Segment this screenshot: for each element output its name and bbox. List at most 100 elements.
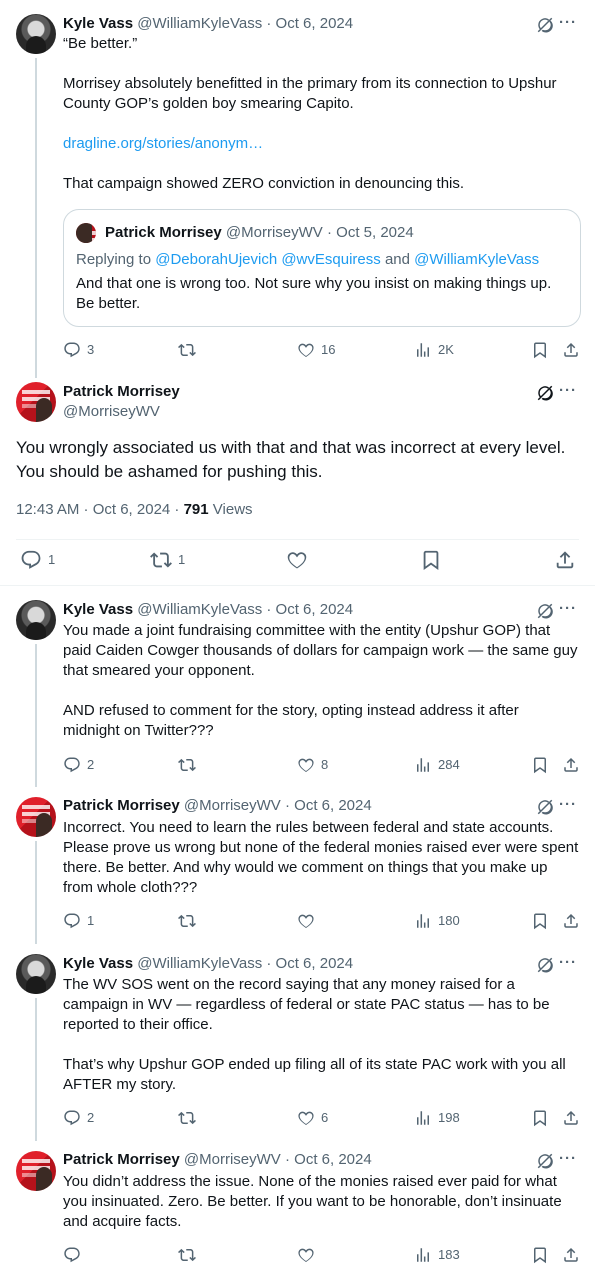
- share-icon: [554, 549, 576, 571]
- replying-to-last-handle[interactable]: @WilliamKyleVass: [414, 251, 539, 268]
- timestamp[interactable]: Oct 6, 2024: [276, 955, 354, 972]
- more-icon[interactable]: ···: [557, 1151, 579, 1170]
- share-button[interactable]: [562, 755, 580, 775]
- separator: ·: [326, 224, 332, 241]
- repost-button[interactable]: 1: [150, 550, 185, 570]
- author-name[interactable]: Kyle Vass: [63, 601, 133, 618]
- tweet-paragraph: Incorrect. You need to learn the rules b…: [63, 819, 579, 896]
- more-icon[interactable]: ···: [557, 797, 579, 816]
- tweet-paragraph: The WV SOS went on the record saying tha…: [63, 976, 550, 1033]
- bookmark-button[interactable]: [531, 911, 549, 931]
- views-count: 2K: [438, 342, 454, 357]
- more-icon[interactable]: ···: [557, 15, 579, 34]
- timestamp[interactable]: Oct 6, 2024: [276, 601, 354, 618]
- timestamp[interactable]: Oct 6, 2024: [276, 15, 354, 32]
- avatar[interactable]: [16, 382, 56, 422]
- reply-button[interactable]: [63, 1245, 87, 1265]
- more-icon[interactable]: ···: [557, 955, 579, 974]
- article-link[interactable]: dragline.org/stories/anonym…: [63, 134, 579, 154]
- bookmark-button[interactable]: [420, 550, 442, 570]
- reply-tweet[interactable]: Patrick Morrisey @MorriseyWV · Oct 6, 20…: [0, 1137, 595, 1279]
- views-button[interactable]: 284: [414, 755, 460, 775]
- quoted-avatar: [76, 223, 96, 243]
- avatar[interactable]: [16, 954, 56, 994]
- timestamp[interactable]: Oct 6, 2024: [294, 1151, 372, 1168]
- grok-icon[interactable]: [536, 16, 554, 34]
- avatar[interactable]: [16, 1151, 56, 1191]
- like-button[interactable]: 6: [297, 1108, 328, 1128]
- avatar[interactable]: [16, 797, 56, 837]
- author-name[interactable]: Patrick Morrisey: [63, 797, 180, 814]
- tweet-paragraph: That’s why Upshur GOP ended up filing al…: [63, 1056, 566, 1093]
- tweet-1[interactable]: Kyle Vass @WilliamKyleVass · Oct 6, 2024…: [0, 0, 595, 378]
- share-button[interactable]: [562, 911, 580, 931]
- reply-button[interactable]: 1: [20, 550, 55, 570]
- reply-tweet[interactable]: Kyle Vass @WilliamKyleVass · Oct 6, 2024…: [0, 940, 595, 1141]
- repost-icon: [178, 341, 196, 359]
- views-count: 183: [438, 1247, 460, 1262]
- like-button[interactable]: [286, 550, 308, 570]
- replying-to-handles[interactable]: @DeborahUjevich @wvEsquiress: [155, 251, 381, 268]
- grok-icon[interactable]: [536, 602, 554, 620]
- like-button[interactable]: [297, 1245, 321, 1265]
- reply-tweet[interactable]: Kyle Vass @WilliamKyleVass · Oct 6, 2024…: [0, 586, 595, 787]
- timestamp[interactable]: Oct 6, 2024: [294, 797, 372, 814]
- author-name[interactable]: Kyle Vass: [63, 15, 133, 32]
- replying-to: Replying to @DeborahUjevich @wvEsquiress…: [76, 250, 539, 270]
- author-name[interactable]: Kyle Vass: [63, 955, 133, 972]
- share-button[interactable]: [562, 340, 580, 360]
- like-button[interactable]: 8: [297, 755, 328, 775]
- views-button[interactable]: 180: [414, 911, 460, 931]
- grok-icon[interactable]: [536, 384, 554, 402]
- repost-button[interactable]: [178, 755, 202, 775]
- focal-time[interactable]: 12:43 AM · Oct 6, 2024 ·: [16, 501, 179, 518]
- bookmark-button[interactable]: [531, 1108, 549, 1128]
- repost-button[interactable]: [178, 911, 202, 931]
- share-button[interactable]: [562, 1108, 580, 1128]
- reply-button[interactable]: 2: [63, 755, 94, 775]
- author-handle[interactable]: @WilliamKyleVass: [137, 601, 262, 618]
- share-button[interactable]: [562, 1245, 580, 1265]
- reply-button[interactable]: 2: [63, 1108, 94, 1128]
- grok-icon[interactable]: [536, 1152, 554, 1170]
- views-button[interactable]: 2K: [414, 340, 454, 360]
- repost-icon: [178, 912, 196, 930]
- author-handle[interactable]: @WilliamKyleVass: [137, 955, 262, 972]
- author-handle[interactable]: @WilliamKyleVass: [137, 15, 262, 32]
- reply-button[interactable]: 1: [63, 911, 94, 931]
- views-button[interactable]: 198: [414, 1108, 460, 1128]
- repost-button[interactable]: [178, 340, 202, 360]
- bookmark-button[interactable]: [531, 1245, 549, 1265]
- quoted-tweet[interactable]: Patrick Morrisey @MorriseyWV · Oct 5, 20…: [63, 209, 581, 327]
- reply-button[interactable]: 3: [63, 340, 94, 360]
- reply-tweet[interactable]: Patrick Morrisey @MorriseyWV · Oct 6, 20…: [0, 783, 595, 944]
- like-button[interactable]: 16: [297, 340, 335, 360]
- grok-icon[interactable]: [536, 798, 554, 816]
- avatar[interactable]: [16, 14, 56, 54]
- views-count: 180: [438, 913, 460, 928]
- share-button[interactable]: [554, 550, 576, 570]
- like-button[interactable]: [297, 911, 321, 931]
- views-icon: [414, 756, 432, 774]
- author-name[interactable]: Patrick Morrisey: [63, 382, 180, 402]
- bookmark-button[interactable]: [531, 340, 549, 360]
- views-button[interactable]: 183: [414, 1245, 460, 1265]
- author-handle[interactable]: @MorriseyWV: [63, 402, 160, 422]
- quoted-text: And that one is wrong too. Not sure why …: [76, 275, 552, 312]
- author-name[interactable]: Patrick Morrisey: [63, 1151, 180, 1168]
- repost-button[interactable]: [178, 1108, 202, 1128]
- bookmark-icon: [531, 1246, 549, 1264]
- reply-icon: [20, 549, 42, 571]
- more-icon[interactable]: ···: [557, 383, 579, 402]
- more-icon[interactable]: ···: [557, 601, 579, 620]
- author-handle[interactable]: @MorriseyWV: [184, 797, 281, 814]
- share-icon: [562, 1246, 580, 1264]
- bookmark-button[interactable]: [531, 755, 549, 775]
- focal-tweet[interactable]: Patrick Morrisey @MorriseyWV ··· You wro…: [0, 374, 595, 586]
- avatar[interactable]: [16, 600, 56, 640]
- repost-button[interactable]: [178, 1245, 202, 1265]
- share-icon: [562, 912, 580, 930]
- author-handle[interactable]: @MorriseyWV: [184, 1151, 281, 1168]
- focal-text: You wrongly associated us with that and …: [16, 438, 566, 481]
- grok-icon[interactable]: [536, 956, 554, 974]
